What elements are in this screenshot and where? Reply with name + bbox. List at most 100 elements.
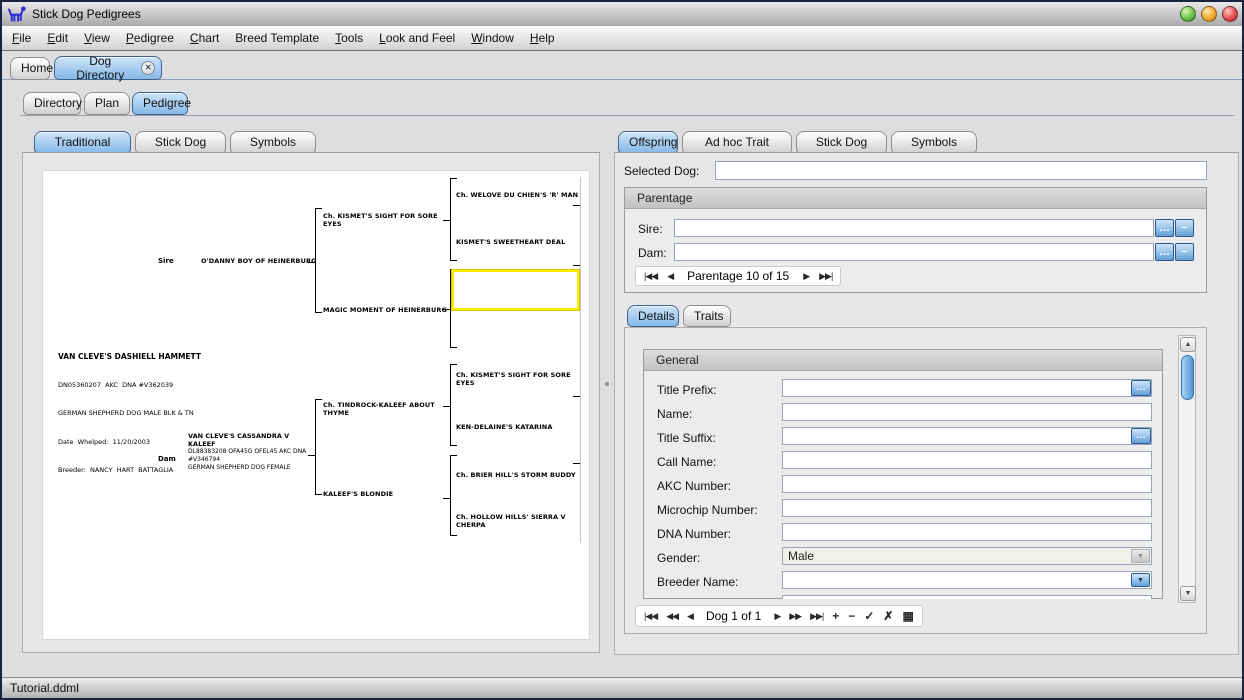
scrollbar-thumb[interactable]	[1181, 355, 1194, 400]
chart-node-sire-sire[interactable]: Ch. KISMET'S SIGHT FOR SORE EYES	[323, 212, 449, 228]
selected-empty-ancestor-cell[interactable]	[452, 270, 579, 310]
name-field[interactable]	[782, 403, 1152, 421]
breeder-name-combo[interactable]: ▼	[782, 571, 1152, 589]
dog-next-icon[interactable]: ▶	[774, 611, 780, 622]
tab-stick-dog-chart-left[interactable]: Stick Dog Chart	[135, 131, 226, 154]
title-suffix-lookup-button[interactable]: …	[1131, 428, 1151, 444]
details-scrollbar[interactable]: ▲ ▼	[1178, 335, 1196, 603]
gender-value: Male	[788, 549, 814, 563]
gender-combo[interactable]: Male ▼	[782, 547, 1152, 565]
akc-number-label: AKC Number:	[657, 479, 731, 493]
tab-dog-directory[interactable]: Dog Directory ✕	[54, 56, 162, 80]
tab-pedigree[interactable]: Pedigree	[132, 92, 188, 115]
tab-offspring-label: Offspring	[629, 135, 677, 149]
sire-remove-button[interactable]: −	[1175, 219, 1194, 237]
chart-node-dam-dam-sire[interactable]: Ch. BRIER HILL'S STORM BUDDY	[456, 471, 582, 479]
chart-node-dam-sire-dam[interactable]: KEN-DELAINE'S KATARINA	[456, 423, 582, 431]
akc-number-field[interactable]	[782, 475, 1152, 493]
tab-traditional-chart[interactable]: Traditional Chart	[34, 131, 131, 154]
dog-previous-icon[interactable]: ◀	[687, 611, 693, 622]
menu-tools[interactable]: Tools	[335, 31, 363, 45]
dam-breed: GERMAN SHEPHERD DOG FEMALE	[188, 464, 316, 472]
title-prefix-field[interactable]	[782, 379, 1152, 397]
grid-view-icon[interactable]: ▦	[902, 609, 913, 623]
tab-offspring[interactable]: Offspring	[618, 131, 678, 154]
menu-bar: File Edit View Pedigree Chart Breed Temp…	[2, 26, 1242, 51]
sire-label: Sire	[158, 257, 174, 265]
clipped-next-field	[782, 595, 1152, 599]
tab-directory[interactable]: Directory	[23, 92, 81, 115]
cancel-record-icon[interactable]: ✗	[883, 609, 893, 623]
chart-node-dam[interactable]: VAN CLEVE'S CASSANDRA V KALEEF DL8838320…	[188, 432, 316, 472]
panel-splitter[interactable]	[602, 153, 612, 653]
menu-edit[interactable]: Edit	[47, 31, 68, 45]
scroll-down-icon[interactable]: ▼	[1180, 586, 1196, 601]
minimize-button[interactable]	[1180, 6, 1196, 22]
sire-field[interactable]	[674, 219, 1154, 237]
title-prefix-lookup-button[interactable]: …	[1131, 380, 1151, 396]
chart-node-sire-sire-sire[interactable]: Ch. WELOVE DU CHIEN'S 'R' MAN	[456, 191, 582, 199]
add-record-icon[interactable]: +	[832, 609, 839, 623]
commit-record-icon[interactable]: ✓	[864, 609, 874, 623]
menu-look-and-feel[interactable]: Look and Feel	[379, 31, 455, 45]
close-button[interactable]	[1222, 6, 1238, 22]
subject-registration: DN05360207 AKC DNA #V362039	[58, 381, 201, 391]
subject-info-block[interactable]: VAN CLEVE'S DASHIELL HAMMETT DN05360207 …	[58, 333, 201, 495]
selected-dog-field[interactable]	[715, 161, 1207, 180]
tab-traits[interactable]: Traits	[683, 305, 731, 327]
dam-name: VAN CLEVE'S CASSANDRA V KALEEF	[188, 432, 316, 448]
title-suffix-field[interactable]	[782, 427, 1152, 445]
tab-symbols-chart-left[interactable]: Symbols Chart	[230, 131, 316, 154]
sire-bracket	[315, 208, 322, 313]
dog-first-icon[interactable]: |◀◀	[644, 611, 657, 622]
scroll-up-icon[interactable]: ▲	[1180, 337, 1196, 352]
microchip-number-field[interactable]	[782, 499, 1152, 517]
chart-node-sire-dam[interactable]: MAGIC MOMENT OF HEINERBURG	[323, 306, 449, 314]
maximize-button[interactable]	[1201, 6, 1217, 22]
dog-record-navigator: |◀◀ ◀◀ ◀ Dog 1 of 1 ▶ ▶▶ ▶▶| + − ✓ ✗ ▦	[635, 605, 923, 627]
dam-remove-button[interactable]: −	[1175, 243, 1194, 261]
tab-adhoc-trait-profile[interactable]: Ad hoc Trait Profile	[682, 131, 792, 154]
menu-help[interactable]: Help	[530, 31, 555, 45]
dog-last-icon[interactable]: ▶▶|	[810, 611, 823, 622]
dam-label: Dam	[158, 455, 176, 463]
tab-home[interactable]: Home	[10, 57, 50, 80]
dog-fast-back-icon[interactable]: ◀◀	[666, 611, 678, 622]
chart-node-dam-sire[interactable]: Ch. TINDROCK-KALEEF ABOUT THYME	[323, 401, 449, 417]
close-icon[interactable]: ✕	[141, 61, 155, 75]
parentage-next-icon[interactable]: ▶	[803, 271, 809, 282]
menu-file[interactable]: File	[12, 31, 31, 45]
dam-lookup-button[interactable]: …	[1155, 243, 1174, 261]
status-bar: Tutorial.ddml	[2, 677, 1242, 698]
chart-node-sire[interactable]: O'DANNY BOY OF HEINERBURG	[201, 257, 317, 265]
menu-pedigree[interactable]: Pedigree	[126, 31, 174, 45]
parentage-previous-icon[interactable]: ◀	[667, 271, 673, 282]
tab-stick-dog-chart-right[interactable]: Stick Dog Chart	[796, 131, 887, 154]
menu-window[interactable]: Window	[471, 31, 514, 45]
tab-details[interactable]: Details	[627, 305, 679, 327]
dam-field[interactable]	[674, 243, 1154, 261]
call-name-field[interactable]	[782, 451, 1152, 469]
chart-edge-tick	[573, 265, 580, 266]
delete-record-icon[interactable]: −	[848, 609, 855, 623]
menu-chart[interactable]: Chart	[190, 31, 219, 45]
dna-number-field[interactable]	[782, 523, 1152, 541]
chart-page-edge-line	[580, 177, 581, 543]
parentage-first-icon[interactable]: |◀◀	[644, 271, 657, 282]
chart-node-dam-dam-dam[interactable]: Ch. HOLLOW HILLS' SIERRA V CHERPA	[456, 513, 582, 529]
chart-node-sire-sire-dam[interactable]: KISMET'S SWEETHEART DEAL	[456, 238, 582, 246]
sire-lookup-button[interactable]: …	[1155, 219, 1174, 237]
chart-node-dam-dam[interactable]: KALEEF'S BLONDIE	[323, 490, 449, 498]
menu-view[interactable]: View	[84, 31, 110, 45]
tab-plan[interactable]: Plan	[84, 92, 130, 115]
chevron-down-icon[interactable]: ▼	[1131, 573, 1150, 587]
tab-symbols-chart-right[interactable]: Symbols Chart	[891, 131, 977, 154]
document-tab-strip: Home Dog Directory ✕	[2, 52, 1242, 80]
dog-fast-forward-icon[interactable]: ▶▶	[789, 611, 801, 622]
chart-node-dam-sire-sire[interactable]: Ch. KISMET'S SIGHT FOR SORE EYES	[456, 371, 582, 387]
parentage-last-icon[interactable]: ▶▶|	[819, 271, 832, 282]
chevron-down-icon: ▼	[1131, 549, 1150, 563]
chart-edge-tick	[573, 205, 580, 206]
menu-breed-template[interactable]: Breed Template	[235, 31, 319, 45]
window-title: Stick Dog Pedigrees	[32, 7, 141, 21]
